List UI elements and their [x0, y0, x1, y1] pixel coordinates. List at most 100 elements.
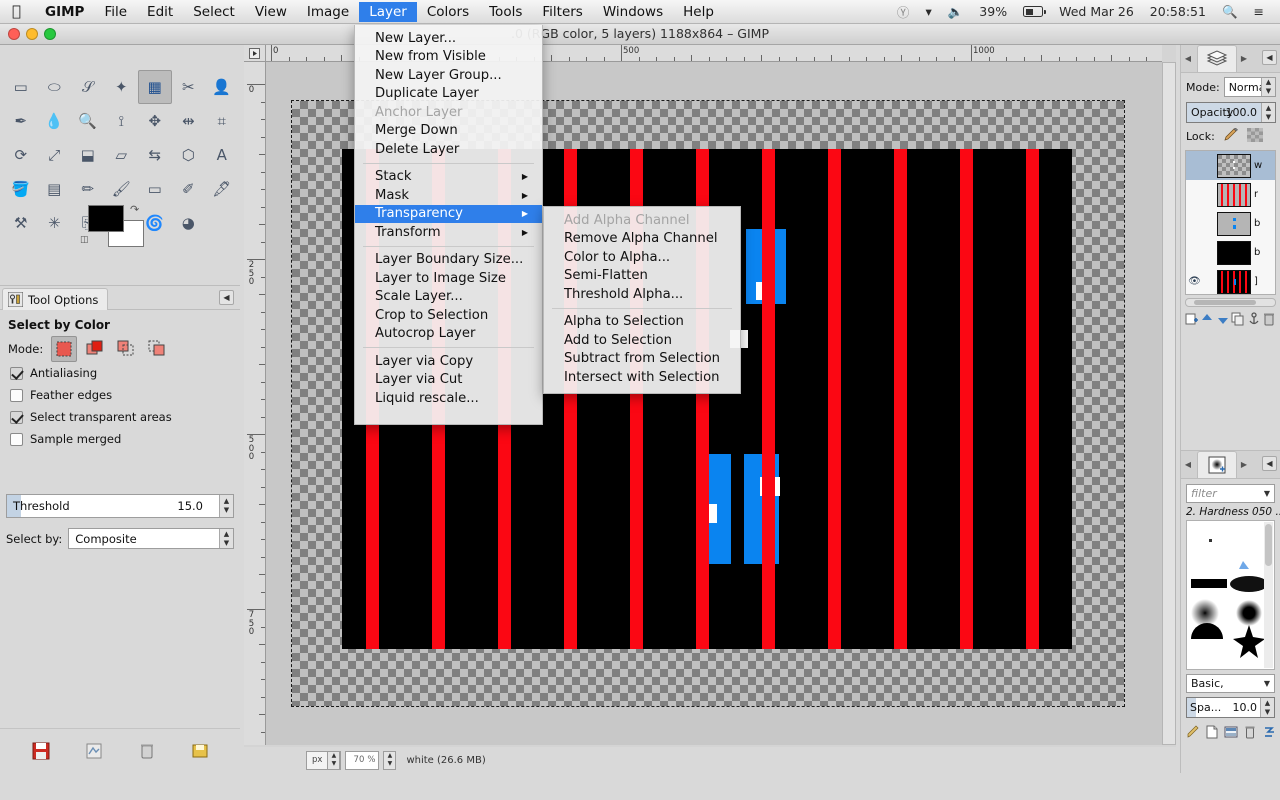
transparency-menu-item-remove-alpha-channel[interactable]: Remove Alpha Channel	[544, 230, 740, 249]
layer-visibility-eye-icon[interactable]: 👁	[1186, 276, 1203, 287]
dodge-burn-tool[interactable]: ◕	[172, 206, 206, 240]
reset-colors-icon[interactable]: ◫	[80, 235, 89, 245]
cage-transform-tool[interactable]: ⬡	[172, 138, 206, 172]
replace-selection-mode[interactable]	[51, 336, 78, 362]
clone-tool[interactable]: ⚒	[4, 206, 38, 240]
shear-tool[interactable]: ⬓	[71, 138, 105, 172]
zoom-stepper[interactable]: ▲ ▼	[383, 750, 397, 770]
foreground-color-swatch[interactable]	[88, 205, 124, 232]
select-by-stepper[interactable]: ▲ ▼	[219, 529, 233, 548]
layer-menu-item-new-layer[interactable]: New Layer...	[355, 29, 542, 48]
feather-edges-checkbox[interactable]: Feather edges	[0, 384, 240, 406]
mac-menu-layer[interactable]: Layer	[359, 1, 417, 22]
layer-menu-item-crop-to-selection[interactable]: Crop to Selection	[355, 306, 542, 325]
layer-menu-item-layer-via-cut[interactable]: Layer via Cut	[355, 371, 542, 390]
transparency-menu-item-subtract-from-selection[interactable]: Subtract from Selection	[544, 350, 740, 369]
mac-menu-edit[interactable]: Edit	[137, 2, 183, 22]
transparency-menu-item-add-to-selection[interactable]: Add to Selection	[544, 331, 740, 350]
gradient-tool[interactable]: ▤	[38, 172, 72, 206]
rotate-tool[interactable]: ⟳	[4, 138, 38, 172]
layer-menu-item-new-from-visible[interactable]: New from Visible	[355, 48, 542, 67]
wifi-icon[interactable]: ▾	[917, 4, 939, 19]
layer-row[interactable]: b	[1186, 209, 1275, 238]
flip-tool[interactable]: ⇆	[138, 138, 172, 172]
tab-layers[interactable]	[1197, 45, 1237, 72]
brush-tag-dropdown[interactable]: Basic, ▼	[1186, 674, 1275, 693]
layer-menu-item-mask[interactable]: Mask ▶	[355, 186, 542, 205]
threshold-stepper[interactable]: ▲ ▼	[219, 495, 233, 517]
move-tool[interactable]: ✥	[138, 104, 172, 138]
brush-filter-input[interactable]: filter ▼	[1186, 484, 1275, 503]
layer-mode-stepper[interactable]: ▲ ▼	[1261, 78, 1275, 96]
text-tool[interactable]: A	[205, 138, 239, 172]
brush-dock-scroll-right-icon[interactable]: ▶	[1237, 460, 1251, 469]
sample-merged-checkbox[interactable]: Sample merged	[0, 428, 240, 450]
brush-dock-menu-icon[interactable]: ◀	[1262, 456, 1277, 471]
swap-colors-icon[interactable]: ↷	[130, 203, 139, 216]
transparency-menu-item-alpha-to-selection[interactable]: Alpha to Selection	[544, 313, 740, 332]
vertical-ruler[interactable]: 0 250 500 750	[244, 62, 266, 745]
lower-layer-icon[interactable]	[1215, 311, 1230, 326]
delete-layer-icon[interactable]	[1262, 311, 1277, 326]
ink-tool[interactable]: 🖋	[205, 172, 239, 206]
layer-row[interactable]: w	[1186, 151, 1275, 180]
pencil-tool[interactable]: ✏	[71, 172, 105, 206]
paintbrush-tool[interactable]: 🖌	[105, 172, 139, 206]
brush-grid[interactable]	[1186, 520, 1275, 670]
tab-tool-options[interactable]: Tool Options	[2, 288, 109, 310]
layer-menu-item-layer-via-copy[interactable]: Layer via Copy	[355, 352, 542, 371]
brush-grid-scrollbar[interactable]	[1264, 522, 1273, 668]
layer-menu-item-duplicate-layer[interactable]: Duplicate Layer	[355, 85, 542, 104]
lock-pixels-icon[interactable]	[1223, 127, 1239, 145]
canvas-vertical-scrollbar[interactable]	[1162, 62, 1176, 745]
transparency-menu-item-intersect-with-selection[interactable]: Intersect with Selection	[544, 368, 740, 387]
mac-menu-file[interactable]: File	[94, 2, 137, 22]
select-by-color-tool[interactable]: ▦	[138, 70, 172, 104]
collapse-left-icon[interactable]: ◀	[219, 290, 234, 305]
layer-menu-item-layer-boundary-size[interactable]: Layer Boundary Size...	[355, 251, 542, 270]
crop-tool[interactable]: ⌗	[205, 104, 239, 138]
layer-row[interactable]: 👁]	[1186, 267, 1275, 294]
brush-tag-chevron-down-icon[interactable]: ▼	[1264, 679, 1270, 688]
layer-opacity-stepper[interactable]: ▲ ▼	[1261, 103, 1275, 122]
brush-grid-scroll-thumb[interactable]	[1265, 524, 1272, 566]
layer-opacity-slider[interactable]: Opacity 100.0 ▲ ▼	[1186, 102, 1276, 123]
rect-select-tool[interactable]: ▭	[4, 70, 38, 104]
layer-menu-item-autocrop-layer[interactable]: Autocrop Layer	[355, 325, 542, 344]
mac-menu-windows[interactable]: Windows	[593, 2, 673, 22]
paths-tool[interactable]: ✒	[4, 104, 38, 138]
dock-scroll-left-icon[interactable]: ◀	[1181, 54, 1195, 63]
transparency-menu-item-threshold-alpha[interactable]: Threshold Alpha...	[544, 285, 740, 304]
layer-menu-item-stack[interactable]: Stack ▶	[355, 168, 542, 187]
eraser-tool[interactable]: ▭	[138, 172, 172, 206]
layer-menu-item-transform[interactable]: Transform ▶	[355, 223, 542, 242]
mac-menu-gimp[interactable]: GIMP	[35, 2, 94, 22]
layers-list-scroll-thumb[interactable]	[1194, 300, 1256, 305]
layer-menu-item-transparency[interactable]: Transparency ▶	[355, 204, 542, 223]
layer-menu-item-layer-to-image-size[interactable]: Layer to Image Size	[355, 269, 542, 288]
mac-menu-colors[interactable]: Colors	[417, 2, 479, 22]
add-to-selection-mode[interactable]	[82, 336, 108, 362]
airbrush-tool[interactable]: ✐	[172, 172, 206, 206]
save-device-status-icon[interactable]	[30, 740, 52, 762]
brush-spacing-stepper[interactable]: ▲ ▼	[1260, 698, 1274, 717]
mac-menu-image[interactable]: Image	[297, 2, 359, 22]
antialiasing-checkbox[interactable]: Antialiasing	[0, 362, 240, 384]
layer-menu-item-merge-down[interactable]: Merge Down	[355, 122, 542, 141]
threshold-slider[interactable]: Threshold 15.0 ▲ ▼	[6, 494, 234, 518]
layer-menu-item-liquid-rescale[interactable]: Liquid rescale...	[355, 389, 542, 408]
layers-list-scrollbar[interactable]	[1185, 298, 1276, 307]
chevron-down-icon[interactable]: ▼	[1264, 489, 1270, 498]
raise-layer-icon[interactable]	[1200, 311, 1215, 326]
mac-menu-tools[interactable]: Tools	[479, 2, 532, 22]
layer-menu-item-delete-layer[interactable]: Delete Layer	[355, 140, 542, 159]
layer-mode-dropdown[interactable]: Normal ▲ ▼	[1223, 77, 1276, 97]
zoom-input[interactable]: 70 %	[345, 750, 380, 770]
layer-menu[interactable]: New Layer... New from Visible New Layer Gr…	[354, 25, 543, 425]
dock-scroll-right-icon[interactable]: ▶	[1237, 54, 1251, 63]
intersect-with-selection-mode[interactable]	[144, 336, 170, 362]
transparency-menu-item-semi-flatten[interactable]: Semi-Flatten	[544, 267, 740, 286]
mac-menu-help[interactable]: Help	[673, 2, 724, 22]
tab-brushes[interactable]	[1197, 451, 1237, 478]
layer-menu-item-scale-layer[interactable]: Scale Layer...	[355, 288, 542, 307]
